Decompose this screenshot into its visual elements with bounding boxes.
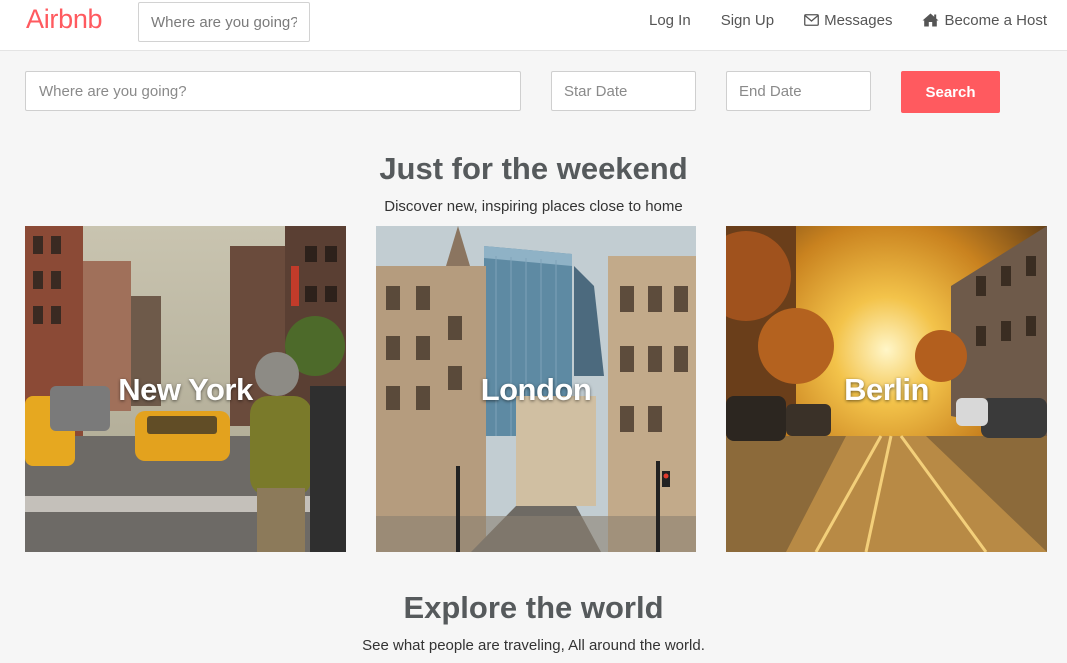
messages-link[interactable]: Messages (804, 12, 892, 29)
city-card-berlin[interactable]: Berlin (726, 226, 1047, 552)
explore-subtitle: See what people are traveling, All aroun… (362, 637, 705, 654)
become-host-link[interactable]: Become a Host (922, 12, 1047, 29)
city-label-london: London (480, 372, 592, 407)
messages-label: Messages (824, 11, 893, 29)
weekend-subtitle: Discover new, inspiring places close to … (384, 198, 683, 215)
nav-links: Log In Sign Up Messages Become a Host (619, 0, 1047, 40)
login-label: Log In (648, 11, 691, 29)
home-icon (922, 13, 939, 27)
envelope-icon (804, 14, 819, 26)
brand-logo-link[interactable]: Airbnb (26, 4, 103, 35)
explore-title: Explore the world (403, 590, 664, 625)
city-card-london[interactable]: London (376, 226, 696, 552)
login-link[interactable]: Log In (649, 12, 691, 29)
become-host-label: Become a Host (944, 11, 1047, 29)
top-navbar: Airbnb Log In Sign Up Messages Become a … (0, 0, 1067, 51)
navbar-search-input[interactable] (138, 2, 310, 42)
where-input[interactable] (25, 71, 521, 111)
weekend-title: Just for the weekend (379, 151, 688, 186)
city-label-berlin: Berlin (844, 372, 929, 407)
city-card-new-york[interactable]: New York (25, 226, 346, 552)
signup-link[interactable]: Sign Up (721, 12, 774, 29)
signup-label: Sign Up (720, 11, 775, 29)
city-label-new-york: New York (118, 372, 253, 407)
start-date-input[interactable] (551, 71, 696, 111)
search-button[interactable]: Search (901, 71, 1000, 113)
end-date-input[interactable] (726, 71, 871, 111)
